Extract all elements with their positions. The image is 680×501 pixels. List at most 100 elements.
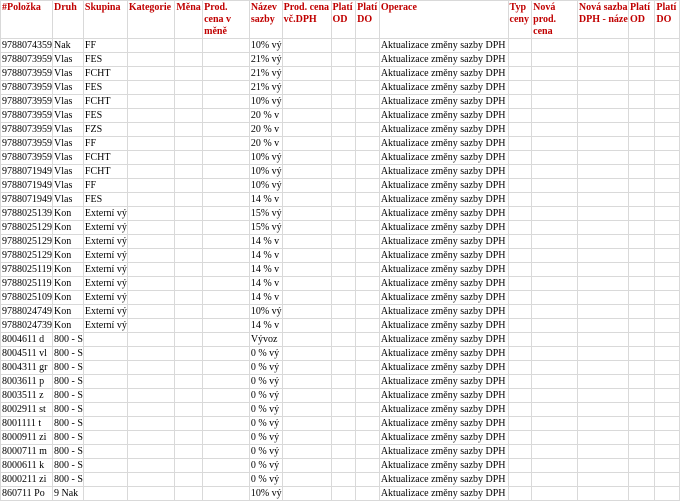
table-cell[interactable] (576, 108, 630, 123)
table-cell[interactable] (202, 388, 250, 403)
table-cell[interactable]: 800 - S (52, 402, 84, 417)
table-cell[interactable]: Vlas (52, 164, 84, 179)
table-cell[interactable] (202, 220, 250, 235)
table-cell[interactable] (628, 416, 656, 431)
table-cell[interactable] (126, 66, 176, 81)
table-cell[interactable]: 800 - S (52, 430, 84, 445)
table-cell[interactable] (507, 234, 533, 249)
table-cell[interactable]: Aktualizace změny sazby DPH (378, 290, 509, 305)
table-cell[interactable] (281, 66, 332, 81)
table-cell[interactable] (281, 276, 332, 291)
table-cell[interactable] (126, 248, 176, 263)
table-cell[interactable] (654, 276, 680, 291)
table-cell[interactable] (82, 402, 128, 417)
table-cell[interactable]: 10% vý (248, 150, 283, 165)
column-header[interactable]: Skupina (82, 0, 128, 39)
table-cell[interactable]: FCHT (82, 66, 128, 81)
table-cell[interactable] (355, 248, 380, 263)
table-cell[interactable] (330, 178, 357, 193)
table-cell[interactable]: 0 % vý (248, 388, 283, 403)
table-cell[interactable] (355, 374, 380, 389)
table-cell[interactable] (576, 206, 630, 221)
table-cell[interactable] (330, 444, 357, 459)
column-header[interactable]: Druh (52, 0, 84, 39)
table-cell[interactable] (355, 332, 380, 347)
table-cell[interactable]: 10% vý (248, 486, 283, 501)
table-cell[interactable]: 9788073959 (0, 66, 53, 81)
table-cell[interactable] (126, 164, 176, 179)
table-cell[interactable] (576, 290, 630, 305)
table-cell[interactable] (330, 402, 357, 417)
table-cell[interactable] (330, 262, 357, 277)
table-cell[interactable] (126, 262, 176, 277)
table-cell[interactable] (202, 136, 250, 151)
table-cell[interactable]: Kon (52, 318, 84, 333)
table-cell[interactable]: Aktualizace změny sazby DPH (378, 332, 509, 347)
table-cell[interactable] (531, 290, 578, 305)
table-row[interactable]: 8002911 st 800 - S 0 % vý Aktualizace změny… (0, 402, 680, 417)
table-cell[interactable]: 9 Nak (52, 486, 84, 501)
table-cell[interactable] (126, 108, 176, 123)
table-cell[interactable] (330, 304, 357, 319)
table-cell[interactable] (174, 276, 204, 291)
table-cell[interactable] (654, 486, 680, 501)
table-cell[interactable]: 20 % v (248, 108, 283, 123)
table-cell[interactable]: 9788025119 (0, 276, 53, 291)
table-row[interactable]: 9788024749 Kon Externí vý 10% vý Aktualizace… (0, 304, 680, 319)
table-cell[interactable] (355, 136, 380, 151)
table-cell[interactable] (531, 332, 578, 347)
table-cell[interactable]: 8004511 vl (0, 346, 53, 361)
table-cell[interactable] (202, 234, 250, 249)
table-cell[interactable] (654, 304, 680, 319)
table-cell[interactable] (628, 66, 656, 81)
table-cell[interactable] (507, 430, 533, 445)
table-cell[interactable]: Externí vý (82, 290, 128, 305)
table-row[interactable]: 9788073959 Vlas FCHT 21% vý Aktualizace změn… (0, 66, 680, 81)
table-cell[interactable]: Aktualizace změny sazby DPH (378, 486, 509, 501)
table-cell[interactable]: Kon (52, 290, 84, 305)
table-cell[interactable] (174, 136, 204, 151)
table-cell[interactable] (628, 136, 656, 151)
table-cell[interactable] (355, 122, 380, 137)
table-cell[interactable] (507, 318, 533, 333)
table-cell[interactable] (531, 374, 578, 389)
table-cell[interactable] (202, 276, 250, 291)
table-cell[interactable] (202, 332, 250, 347)
table-cell[interactable]: 8000611 k (0, 458, 53, 473)
table-cell[interactable] (654, 388, 680, 403)
table-cell[interactable] (202, 206, 250, 221)
column-header[interactable]: Operace (378, 0, 509, 39)
table-cell[interactable] (507, 52, 533, 67)
table-cell[interactable] (126, 136, 176, 151)
table-row[interactable]: 9788073959 Vlas FES 21% vý Aktualizace změny… (0, 80, 680, 95)
table-cell[interactable] (576, 486, 630, 501)
table-cell[interactable]: Aktualizace změny sazby DPH (378, 318, 509, 333)
table-row[interactable]: 9788025129 Kon Externí vý 14 % v Aktualizace… (0, 234, 680, 249)
table-cell[interactable]: 8003511 z (0, 388, 53, 403)
column-header[interactable]: Prod. cena vč.DPH (281, 0, 332, 39)
table-cell[interactable] (202, 430, 250, 445)
table-cell[interactable] (628, 206, 656, 221)
table-cell[interactable]: 14 % v (248, 276, 283, 291)
table-cell[interactable] (628, 52, 656, 67)
table-cell[interactable] (281, 402, 332, 417)
table-cell[interactable]: 14 % v (248, 290, 283, 305)
table-cell[interactable] (628, 290, 656, 305)
table-cell[interactable] (576, 164, 630, 179)
table-row[interactable]: 9788071949 Vlas FF 10% vý Aktualizace změny … (0, 178, 680, 193)
table-cell[interactable] (507, 304, 533, 319)
table-cell[interactable] (126, 402, 176, 417)
table-cell[interactable] (174, 52, 204, 67)
table-cell[interactable] (281, 38, 332, 53)
table-cell[interactable]: 0 % vý (248, 416, 283, 431)
table-cell[interactable] (355, 360, 380, 375)
table-cell[interactable] (82, 472, 128, 487)
table-cell[interactable] (355, 430, 380, 445)
table-cell[interactable] (531, 234, 578, 249)
table-cell[interactable] (174, 444, 204, 459)
table-cell[interactable] (628, 192, 656, 207)
table-cell[interactable] (654, 430, 680, 445)
table-cell[interactable]: FES (82, 80, 128, 95)
table-cell[interactable] (507, 122, 533, 137)
table-cell[interactable] (628, 80, 656, 95)
